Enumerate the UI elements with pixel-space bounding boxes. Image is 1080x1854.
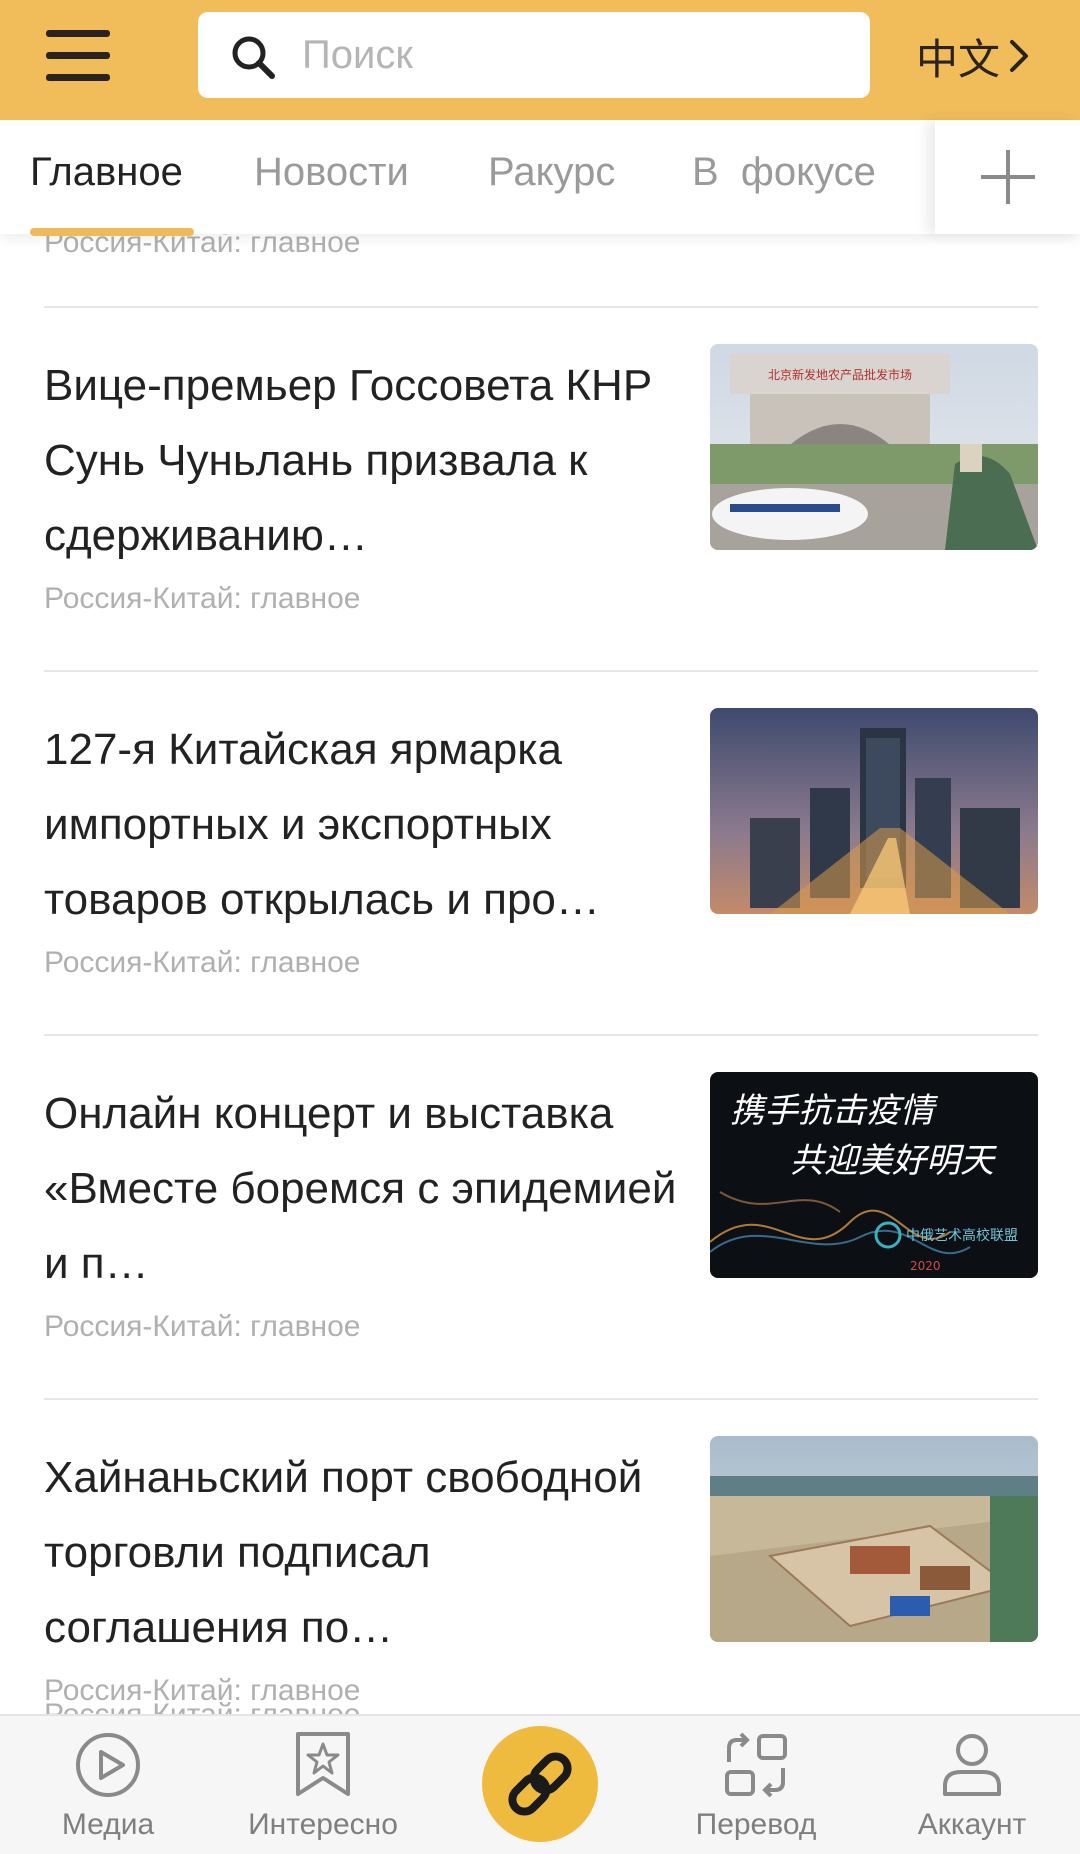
search-bar[interactable] bbox=[198, 12, 870, 98]
bookmark-star-icon bbox=[296, 1732, 350, 1796]
article-item[interactable]: Хайнаньский порт свободной торговли подп… bbox=[0, 1400, 1080, 1714]
language-label: 中文 bbox=[916, 34, 1001, 84]
bottom-navigation: Медиа Интересно Перевод Аккаунт bbox=[0, 1714, 1080, 1854]
article-title[interactable]: Вице-премьер Госсовета КНР Сунь Чуньлань… bbox=[44, 348, 684, 573]
tab-news[interactable]: Новости bbox=[254, 150, 409, 195]
link-icon bbox=[508, 1752, 572, 1816]
article-thumbnail[interactable]: 北京新发地农产品批发市场 bbox=[710, 344, 1038, 550]
article-item[interactable]: 127-я Китайская ярмарка импортных и эксп… bbox=[0, 672, 1080, 1034]
category-tabs: Главное Новости Ракурс В фокусе bbox=[0, 120, 1080, 236]
tab-perspective[interactable]: Ракурс bbox=[488, 150, 615, 195]
nav-interesting[interactable]: Интересно bbox=[233, 1716, 413, 1854]
center-link-button[interactable] bbox=[482, 1726, 598, 1842]
article-source: Россия-Китай: главное bbox=[44, 946, 361, 979]
hamburger-menu-icon[interactable] bbox=[44, 28, 112, 84]
nav-account-label: Аккаунт bbox=[917, 1808, 1027, 1841]
article-thumbnail[interactable] bbox=[710, 1436, 1038, 1642]
nav-interesting-label: Интересно bbox=[248, 1808, 398, 1841]
language-switch[interactable]: 中文 bbox=[916, 26, 1034, 86]
svg-text:2020: 2020 bbox=[910, 1259, 941, 1273]
article-item[interactable]: Вице-премьер Госсовета КНР Сунь Чуньлань… bbox=[0, 308, 1080, 670]
user-icon bbox=[943, 1734, 1001, 1796]
top-bar: 中文 bbox=[0, 0, 1080, 120]
svg-text:北京新发地农产品批发市场: 北京新发地农产品批发市场 bbox=[768, 367, 912, 382]
article-source: Россия-Китай: главное bbox=[44, 234, 361, 259]
article-title[interactable]: Онлайн концерт и выставка «Вместе боремс… bbox=[44, 1076, 684, 1301]
search-input[interactable] bbox=[302, 28, 842, 82]
play-circle-icon bbox=[76, 1733, 140, 1797]
nav-translate[interactable]: Перевод bbox=[666, 1716, 846, 1854]
translate-icon bbox=[725, 1732, 787, 1798]
nav-account[interactable]: Аккаунт bbox=[882, 1716, 1062, 1854]
article-title[interactable]: 127-я Китайская ярмарка импортных и эксп… bbox=[44, 712, 684, 937]
article-thumbnail[interactable] bbox=[710, 708, 1038, 914]
active-tab-indicator bbox=[30, 228, 194, 236]
nav-media-label: Медиа bbox=[61, 1808, 155, 1841]
add-tab-button[interactable] bbox=[935, 120, 1080, 234]
search-icon bbox=[232, 36, 275, 79]
article-source: Россия-Китай: главное bbox=[44, 582, 361, 615]
tab-in-focus[interactable]: В фокусе bbox=[692, 150, 876, 195]
nav-translate-label: Перевод bbox=[695, 1808, 817, 1841]
nav-media[interactable]: Медиа bbox=[18, 1716, 198, 1854]
svg-text:携手抗击疫情: 携手抗击疫情 bbox=[730, 1091, 939, 1131]
article-title[interactable]: Хайнаньский порт свободной торговли подп… bbox=[44, 1440, 684, 1665]
article-source: Россия-Китай: главное bbox=[44, 1310, 361, 1343]
chevron-right-icon bbox=[1010, 40, 1029, 72]
news-feed[interactable]: Россия-Китай: главное Вице-премьер Госсо… bbox=[0, 234, 1080, 1714]
svg-text:共迎美好明天: 共迎美好明天 bbox=[790, 1141, 997, 1181]
article-thumbnail[interactable]: 携手抗击疫情 共迎美好明天 中俄艺术高校联盟 2020 bbox=[710, 1072, 1038, 1278]
svg-text:中俄艺术高校联盟: 中俄艺术高校联盟 bbox=[906, 1227, 1018, 1244]
plus-icon bbox=[981, 150, 1035, 204]
tab-main[interactable]: Главное bbox=[30, 150, 183, 195]
article-item[interactable]: Онлайн концерт и выставка «Вместе боремс… bbox=[0, 1036, 1080, 1398]
